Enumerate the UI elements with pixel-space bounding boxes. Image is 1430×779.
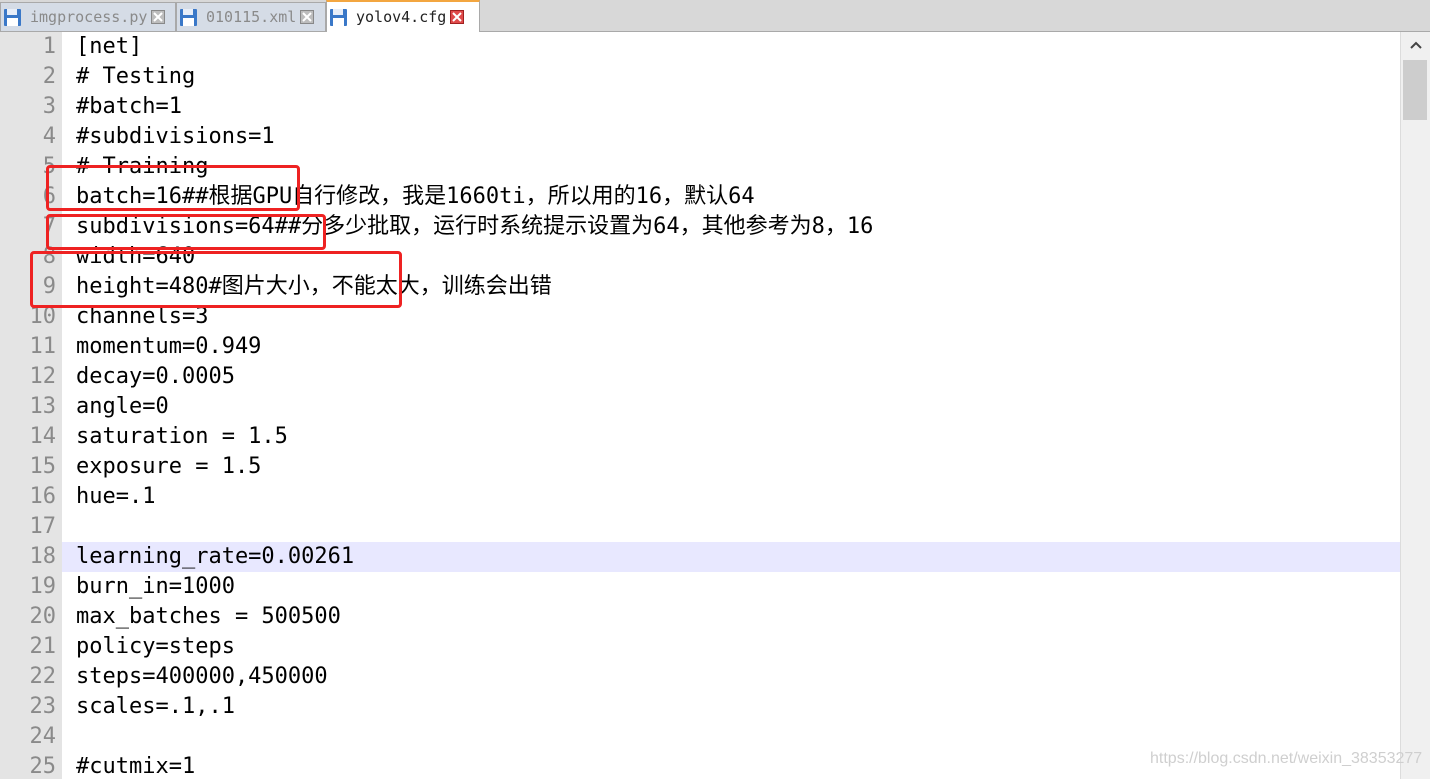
line-number: 25 [29,754,57,779]
code-line[interactable]: 24 [0,722,1400,752]
line-number: 2 [42,64,56,89]
code-line[interactable]: 11 momentum=0.949 [0,332,1400,362]
floppy-disk-icon [4,8,21,26]
code-text: angle=0 [76,394,169,419]
line-number: 4 [42,124,56,149]
scroll-thumb[interactable] [1403,60,1427,120]
tab-label: 010115.xml [206,8,297,26]
code-line[interactable]: 4 #subdivisions=1 [0,122,1400,152]
tab-label: yolov4.cfg [356,8,447,26]
line-number: 1 [42,34,56,59]
line-number: 16 [29,484,57,509]
line-number: 18 [0,542,62,572]
code-text: # Testing [76,64,196,89]
code-line[interactable]: 1 [net] [0,32,1400,62]
code-line[interactable]: 18 learning_rate=0.00261 [0,542,1400,572]
line-number: 13 [29,394,57,419]
highlight-box-subdivisions [46,214,326,250]
line-number: 19 [29,574,57,599]
code-text: burn_in=1000 [76,574,235,599]
chevron-up-icon [1409,41,1422,49]
code-line[interactable]: 20 max_batches = 500500 [0,602,1400,632]
code-text: policy=steps [76,634,235,659]
code-line[interactable]: 14 saturation = 1.5 [0,422,1400,452]
watermark-text: https://blog.csdn.net/weixin_38353277 [1150,750,1423,767]
tab-yolov4-cfg[interactable]: yolov4.cfg [326,0,480,32]
code-line[interactable]: 22 steps=400000,450000 [0,662,1400,692]
code-line[interactable]: 23 scales=.1,.1 [0,692,1400,722]
scroll-up-button[interactable] [1401,32,1430,58]
code-text: #cutmix=1 [76,754,196,779]
code-line[interactable]: 3 #batch=1 [0,92,1400,122]
line-number: 24 [29,724,57,749]
code-text: exposure = 1.5 [76,454,262,479]
code-text: hue=.1 [76,484,156,509]
code-line[interactable]: 15 exposure = 1.5 [0,452,1400,482]
code-line[interactable]: 17 [0,512,1400,542]
line-number: 17 [29,514,57,539]
code-line[interactable]: 19 burn_in=1000 [0,572,1400,602]
highlight-box-batch [46,165,300,211]
code-text: max_batches = 500500 [76,604,341,629]
code-line[interactable]: 13 angle=0 [0,392,1400,422]
close-icon[interactable] [151,10,166,24]
code-text: #batch=1 [76,94,182,119]
code-text: [net] [76,34,143,59]
vertical-scrollbar[interactable] [1400,32,1430,779]
line-number: 11 [29,334,57,359]
tab-label: imgprocess.py [30,8,148,26]
code-text: momentum=0.949 [76,334,262,359]
line-number: 23 [29,694,57,719]
close-icon[interactable] [300,10,315,24]
tab-imgprocess[interactable]: imgprocess.py [0,2,176,31]
line-number: 21 [29,634,57,659]
code-line[interactable]: 21 policy=steps [0,632,1400,662]
code-line[interactable]: 16 hue=.1 [0,482,1400,512]
highlight-box-size [30,251,402,308]
code-text: decay=0.0005 [76,364,235,389]
code-text: learning_rate=0.00261 [76,544,355,569]
code-text: #subdivisions=1 [76,124,275,149]
line-number: 3 [42,94,56,119]
close-icon[interactable] [450,10,465,24]
code-text: steps=400000,450000 [76,664,328,689]
line-number: 14 [29,424,57,449]
tab-010115-xml[interactable]: 010115.xml [176,2,326,31]
floppy-disk-icon [180,8,197,26]
floppy-disk-icon [330,8,347,26]
tab-bar: imgprocess.py 010115.xml yolov4.cfg [0,0,1430,32]
line-number: 22 [29,664,57,689]
line-number: 12 [29,364,57,389]
code-text: scales=.1,.1 [76,694,235,719]
code-line[interactable]: 12 decay=0.0005 [0,362,1400,392]
line-number: 15 [29,454,57,479]
line-number: 20 [29,604,57,629]
code-line[interactable]: 2 # Testing [0,62,1400,92]
code-text: saturation = 1.5 [76,424,288,449]
code-editor[interactable]: 1 [net] 2 # Testing 3 #batch=1 4 #subdivisions=… [0,32,1400,779]
